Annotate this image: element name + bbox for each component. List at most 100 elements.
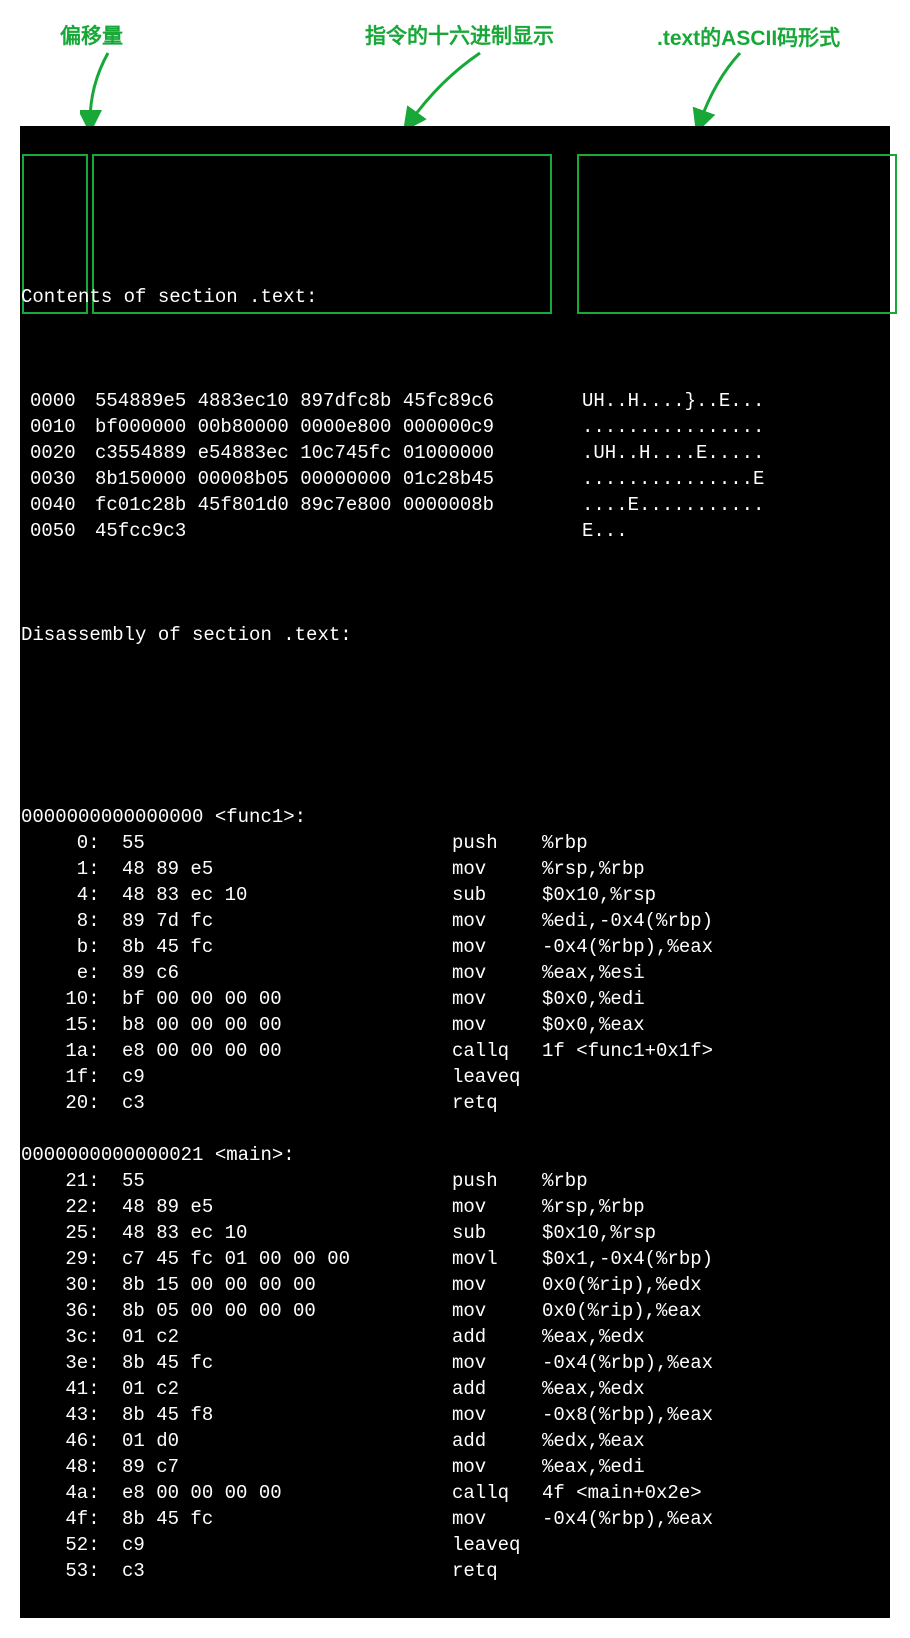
disasm-mnemonic: mov [452,934,486,960]
hexdump-row: 0040fc01c28b 45f801d0 89c7e800 0000008b.… [20,492,890,518]
disasm-bytes: 01 c2 [122,1376,179,1402]
annotation-header: 偏移量 指令的十六进制显示 .text的ASCII码形式 [20,16,890,126]
disasm-mnemonic: callq [452,1480,509,1506]
hex-bytes: 554889e5 4883ec10 897dfc8b 45fc89c6 [95,388,494,414]
disasm-addr: 4: [54,882,100,908]
disasm-row: 22:48 89 e5mov%rsp,%rbp [20,1194,890,1220]
disasm-bytes: c9 [122,1532,145,1558]
disasm-bytes: e8 00 00 00 00 [122,1480,282,1506]
disasm-bytes: e8 00 00 00 00 [122,1038,282,1064]
disasm-row: 10:bf 00 00 00 00mov$0x0,%edi [20,986,890,1012]
disasm-mnemonic: add [452,1428,486,1454]
disasm-mnemonic: push [452,1168,498,1194]
disasm-bytes: 8b 45 f8 [122,1402,213,1428]
terminal-output: Contents of section .text: 0000554889e5 … [20,126,890,1618]
disasm-bytes: b8 00 00 00 00 [122,1012,282,1038]
disasm-addr: 36: [54,1298,100,1324]
disasm-bytes: 8b 45 fc [122,1506,213,1532]
hex-bytes: c3554889 e54883ec 10c745fc 01000000 [95,440,494,466]
disasm-operands: 0x0(%rip),%edx [542,1272,702,1298]
disasm-addr: 0: [54,830,100,856]
disasm-bytes: 8b 45 fc [122,1350,213,1376]
disasm-addr: 25: [54,1220,100,1246]
disasm-operands: %rsp,%rbp [542,856,645,882]
arrow-offset-icon [80,50,120,128]
hex-ascii: .UH..H....E..... [582,440,764,466]
disasm-operands: -0x8(%rbp),%eax [542,1402,713,1428]
hex-bytes: 8b150000 00008b05 00000000 01c28b45 [95,466,494,492]
disasm-mnemonic: mov [452,908,486,934]
disasm-bytes: c3 [122,1558,145,1584]
hex-offset: 0030 [30,466,76,492]
disasm-bytes: 48 83 ec 10 [122,882,247,908]
section-header: Contents of section .text: [20,284,317,310]
hexdump-row: 0010bf000000 00b80000 0000e800 000000c9.… [20,414,890,440]
disasm-operands: 4f <main+0x2e> [542,1480,702,1506]
hexdump-row: 0000554889e5 4883ec10 897dfc8b 45fc89c6U… [20,388,890,414]
disasm-mnemonic: mov [452,1272,486,1298]
disasm-operands: $0x1,-0x4(%rbp) [542,1246,713,1272]
disasm-row: 41: 01 c2 add %eax,%edx [20,1376,890,1402]
disasm-mnemonic: mov [452,986,486,1012]
disasm-bytes: 89 c6 [122,960,179,986]
disasm-addr: 48: [54,1454,100,1480]
disasm-addr: e: [54,960,100,986]
disasm-operands: %rbp [542,830,588,856]
disasm-addr: 41: [54,1376,100,1402]
disasm-operands: %eax,%edi [542,1454,645,1480]
disasm-bytes: 01 c2 [122,1324,179,1350]
disasm-row: 4f:8b 45 fcmov-0x4(%rbp),%eax [20,1506,890,1532]
disasm-bytes: 55 [122,1168,145,1194]
disasm-addr: 4f: [54,1506,100,1532]
disasm-row: 25: 48 83 ec 10 sub $0x10,%rsp [20,1220,890,1246]
disasm-bytes: 48 89 e5 [122,856,213,882]
disasm-addr: 1f: [54,1064,100,1090]
disasm-bytes: 89 c7 [122,1454,179,1480]
disasm-row: 48: 89 c7 mov %eax,%edi [20,1454,890,1480]
disasm-mnemonic: mov [452,1402,486,1428]
disasm-header: Disassembly of section .text: [20,622,352,648]
disasm-mnemonic: add [452,1376,486,1402]
hex-bytes: bf000000 00b80000 0000e800 000000c9 [95,414,494,440]
disasm-addr: b: [54,934,100,960]
disasm-mnemonic: retq [452,1558,498,1584]
disasm-operands: $0x10,%rsp [542,1220,656,1246]
disasm-addr: 52: [54,1532,100,1558]
disasm-bytes: 48 83 ec 10 [122,1220,247,1246]
disasm-operands: $0x10,%rsp [542,882,656,908]
disasm-row: 43:8b 45 f8mov-0x8(%rbp),%eax [20,1402,890,1428]
disasm-bytes: c3 [122,1090,145,1116]
disasm-mnemonic: mov [452,1454,486,1480]
disasm-mnemonic: sub [452,1220,486,1246]
disasm-operands: %eax,%edx [542,1324,645,1350]
disasm-addr: 3e: [54,1350,100,1376]
disasm-row: 36:8b 05 00 00 00 00mov0x0(%rip),%eax [20,1298,890,1324]
disasm-mnemonic: mov [452,960,486,986]
disasm-operands: 1f <func1+0x1f> [542,1038,713,1064]
disasm-operands: %eax,%esi [542,960,645,986]
disasm-operands: %eax,%edx [542,1376,645,1402]
disasm-mnemonic: mov [452,1012,486,1038]
label-offset: 偏移量 [60,20,123,50]
disasm-bytes: 01 d0 [122,1428,179,1454]
hex-bytes: fc01c28b 45f801d0 89c7e800 0000008b [95,492,494,518]
label-ascii: .text的ASCII码形式 [657,22,840,52]
disasm-addr: 4a: [54,1480,100,1506]
disasm-addr: 29: [54,1246,100,1272]
disasm-mnemonic: mov [452,1506,486,1532]
disasm-row: 1:48 89 e5mov%rsp,%rbp [20,856,890,882]
hex-ascii: ................ [582,414,764,440]
disasm-row: 3c:01 c2add%eax,%edx [20,1324,890,1350]
hex-offset: 0020 [30,440,76,466]
disasm-operands: %edx,%eax [542,1428,645,1454]
disasm-mnemonic: mov [452,1350,486,1376]
disasm-mnemonic: push [452,830,498,856]
hex-bytes: 45fcc9c3 [95,518,186,544]
disasm-bytes: 89 7d fc [122,908,213,934]
disasm-row: 0:55push%rbp [20,830,890,856]
disasm-mnemonic: leaveq [452,1532,520,1558]
disasm-mnemonic: callq [452,1038,509,1064]
disasm-operands: -0x4(%rbp),%eax [542,934,713,960]
disasm-addr: 21: [54,1168,100,1194]
disasm-row: 1a:e8 00 00 00 00callq1f <func1+0x1f> [20,1038,890,1064]
